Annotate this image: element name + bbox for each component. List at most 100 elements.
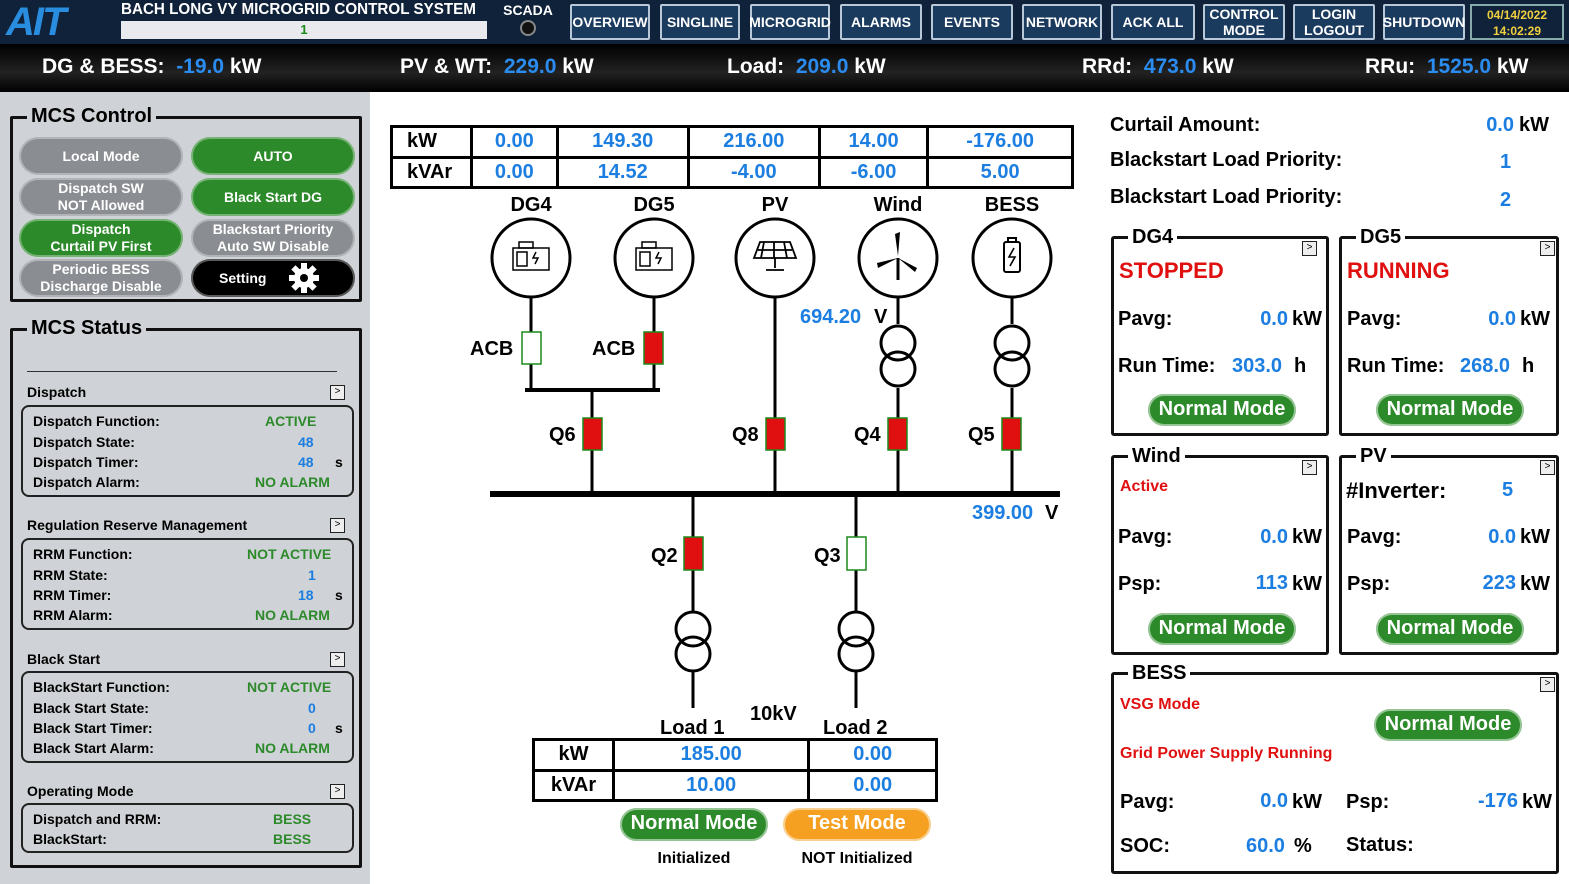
dispatch-expand-icon[interactable]: > [330,385,345,400]
local-mode-button[interactable]: Local Mode [19,137,183,175]
bess-status-label: Status: [1346,834,1414,856]
dg5-acb-breaker[interactable] [643,331,664,365]
dispatch-curtail-button[interactable]: Dispatch Curtail PV First [19,219,183,257]
bess-soc-value: 60.0 [1246,835,1285,857]
dg4-normal-mode-button[interactable]: Normal Mode [1148,394,1296,426]
rrm-header: Regulation Reserve Management [27,517,248,533]
periodic-bess-button[interactable]: Periodic BESS Discharge Disable [19,259,183,297]
black-start-dg-button[interactable]: Black Start DG [191,178,355,216]
operating-mode-expand-icon[interactable]: > [330,784,345,799]
load1-label: Load 1 [660,717,724,739]
dg5-normal-mode-button[interactable]: Normal Mode [1376,394,1524,426]
pv-expand-icon[interactable]: > [1540,460,1555,475]
pv-wt-unit: kW [562,55,594,78]
mcs-control-group: MCS Control Local Mode AUTO Dispatch SW … [10,105,362,302]
date-time-display: 04/14/2022 14:02:29 [1470,4,1564,40]
setting-button[interactable]: Setting [191,259,355,297]
load2-test-mode-button[interactable]: Test Mode [783,808,931,841]
load1-normal-mode-button[interactable]: Normal Mode [620,808,768,841]
rrm-state-label: RRM State: [33,567,108,583]
logout-label: LOGOUT [1304,22,1364,38]
dg5-circle[interactable] [613,217,695,299]
rrm-timer-value: 18 [298,587,314,603]
gear-icon [289,263,320,293]
nav-singline-button[interactable]: SINGLINE [660,4,740,40]
shutdown-button[interactable]: SHUTDOWN [1383,4,1465,40]
dg5-pavg-unit: kW [1520,308,1550,330]
nav-network-button[interactable]: NETWORK [1022,4,1102,40]
pv-normal-mode-button[interactable]: Normal Mode [1376,613,1524,645]
system-title-box: BACH LONG VY MICROGRID CONTROL SYSTEM 1 [121,1,487,41]
load2-label: Load 2 [823,717,887,739]
nav-overview-button[interactable]: OVERVIEW [570,4,650,40]
q4-breaker[interactable] [887,417,908,451]
wind-normal-mode-button[interactable]: Normal Mode [1148,613,1296,645]
operating-mode-header: Operating Mode [27,783,134,799]
ait-logo: AIT [6,0,66,44]
bess-circle[interactable] [971,217,1053,299]
auto-button[interactable]: AUTO [191,137,355,175]
wind-expand-icon[interactable]: > [1302,460,1317,475]
transformers [674,324,1031,673]
setting-label: Setting [219,269,267,286]
dispatch-sw-button[interactable]: Dispatch SW NOT Allowed [19,178,183,216]
dg4-pavg-label: Pavg: [1118,308,1173,330]
system-status-field: 1 [121,21,487,39]
login-logout-button[interactable]: LOGIN LOGOUT [1293,4,1375,40]
bess-panel-title: BESS [1128,662,1191,685]
q2-breaker[interactable] [683,536,704,571]
date-text: 04/14/2022 [1486,8,1548,22]
dg4-circle[interactable] [490,217,572,299]
bess-expand-icon[interactable]: > [1540,677,1555,692]
bs-timer-unit: s [335,720,343,736]
black-start-status-box: BlackStart Function: NOT ACTIVE Black Sta… [21,671,354,763]
load1-kvar-cell: 10.00 [611,768,811,802]
ac-voltage-value: 694.20 [800,306,861,328]
bess-pavg-unit: kW [1292,791,1322,813]
wind-pavg-label: Pavg: [1118,526,1173,548]
summary-rru: RRu: 1525.0 kW [1365,55,1528,79]
dispatch-state-value: 48 [298,434,314,450]
dispatch-alarm-row: Dispatch Alarm: NO ALARM [33,474,351,490]
dg-bess-unit: kW [229,55,262,78]
single-line-diagram: kW 0.00 149.30 216.00 14.00 -176.00 kVAr… [370,92,1100,884]
nav-events-button[interactable]: EVENTS [931,4,1013,40]
dg4-panel: DG4 > STOPPED Pavg: 0.0 kW Run Time: 303… [1111,226,1329,436]
blackstart-priority-button[interactable]: Blackstart Priority Auto SW Disable [191,219,355,257]
rru-label: RRu: [1365,55,1416,78]
q5-breaker[interactable] [1001,417,1022,451]
ack-all-button[interactable]: ACK ALL [1111,4,1195,40]
control-mode-button[interactable]: CONTROL MODE [1203,4,1285,40]
nav-alarms-button[interactable]: ALARMS [840,4,922,40]
bess-soc-label: SOC: [1120,835,1170,857]
black-start-expand-icon[interactable]: > [330,652,345,667]
login-label: LOGIN [1311,6,1357,22]
mcs-control-title: MCS Control [27,105,157,128]
nav-microgrid-button[interactable]: MICROGRID [749,4,831,40]
bs-alarm-row: Black Start Alarm: NO ALARM [33,740,351,756]
rrm-alarm-label: RRM Alarm: [33,607,113,623]
bs-priority-line1: Blackstart Priority [212,221,334,237]
bs-load-priority-value-2: 2 [1500,189,1512,211]
bs-load-priority-label-1: Blackstart Load Priority: [1110,149,1343,171]
control-mode-line2: MODE [1223,22,1265,38]
rrm-expand-icon[interactable]: > [330,518,345,533]
time-text: 14:02:29 [1492,24,1542,38]
wind-psp-unit: kW [1292,573,1322,595]
curtail-label: Curtail Amount: [1110,114,1261,136]
bess-normal-mode-button[interactable]: Normal Mode [1374,709,1522,741]
dg5-expand-icon[interactable]: > [1540,241,1555,256]
bess-label: BESS [985,194,1039,216]
q6-breaker[interactable] [582,417,603,451]
top-bar: AIT BACH LONG VY MICROGRID CONTROL SYSTE… [0,0,1569,44]
q8-breaker[interactable] [765,417,786,451]
summary-load: Load: 209.0 kW [727,55,886,79]
q3-breaker[interactable] [846,536,867,571]
q2-label: Q2 [651,545,678,567]
dg-bess-label: DG & BESS: [42,55,165,78]
left-panel: MCS Control Local Mode AUTO Dispatch SW … [0,92,370,884]
dg4-expand-icon[interactable]: > [1302,241,1317,256]
summary-dg-bess: DG & BESS: -19.0 kW [42,55,261,79]
dg4-acb-breaker[interactable] [521,331,542,365]
mcs-status-group: MCS Status Dispatch > Dispatch Function:… [10,317,362,868]
